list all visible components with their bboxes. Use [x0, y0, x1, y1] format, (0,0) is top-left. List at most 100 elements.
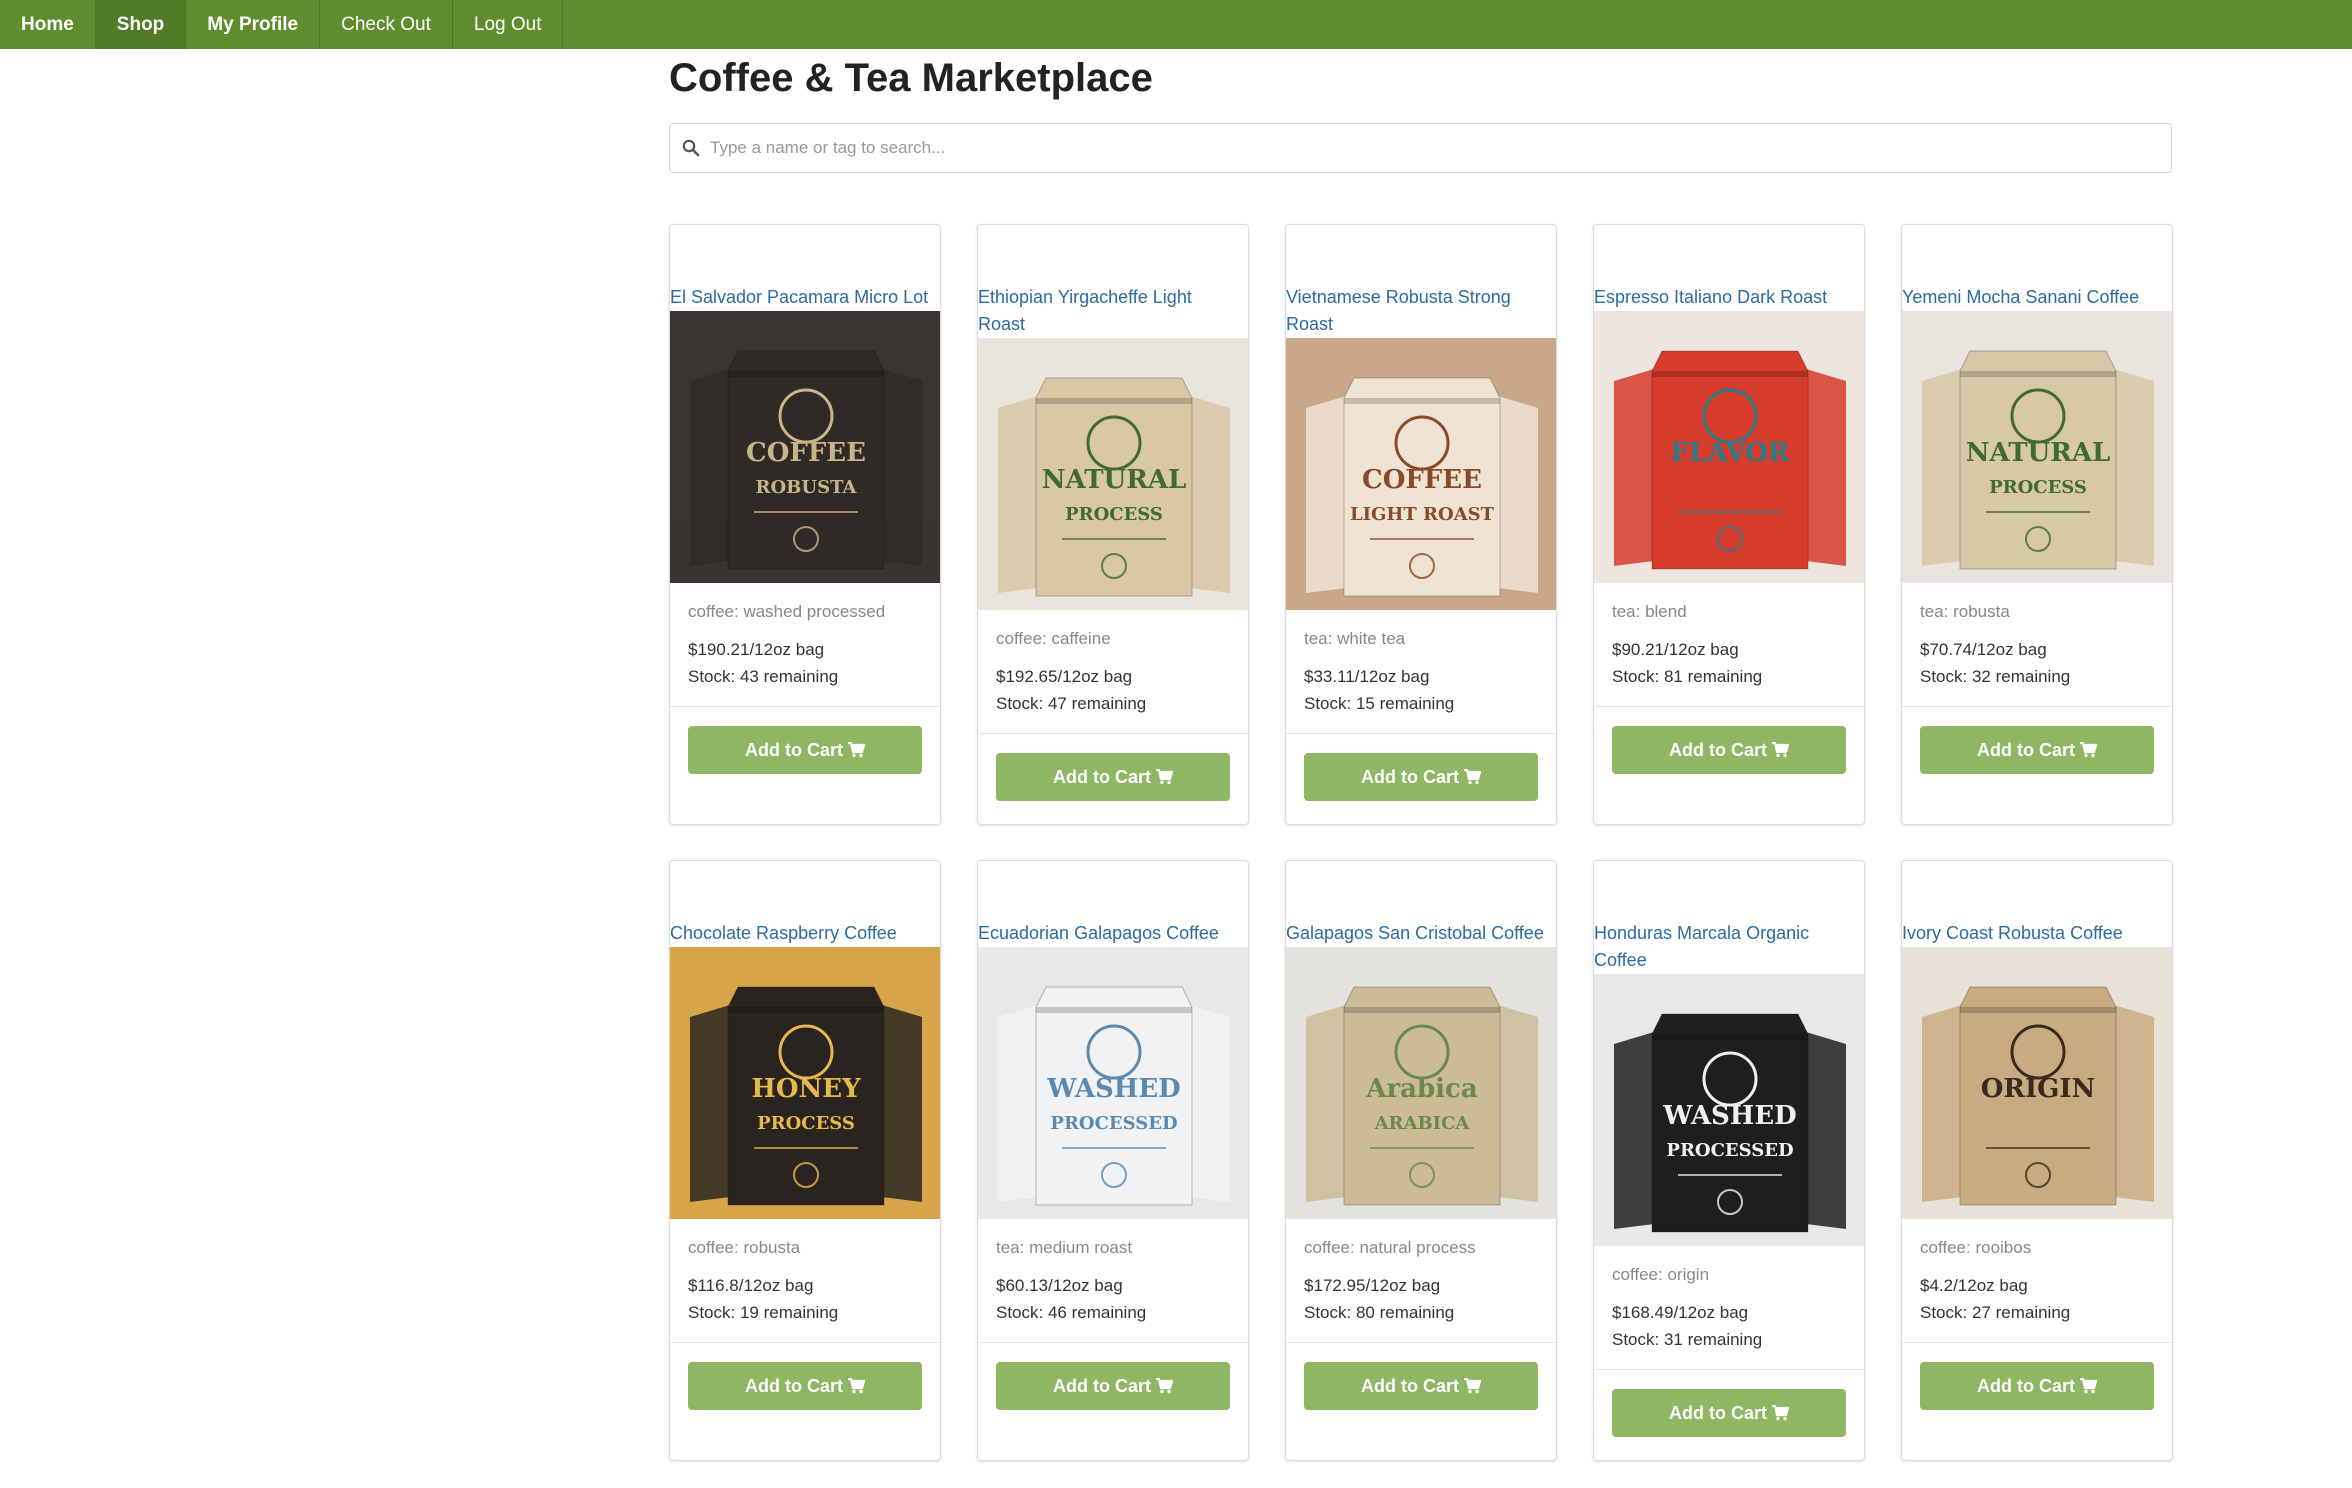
product-price: $90.21/12oz bag: [1612, 640, 1739, 659]
product-image: WASHED PROCESSED: [1594, 974, 1864, 1246]
svg-text:COFFEE: COFFEE: [1362, 465, 1482, 495]
product-image-frame[interactable]: NATURAL PROCESS: [1902, 311, 2172, 583]
add-to-cart-label: Add to Cart: [745, 1375, 843, 1396]
product-details: tea: white tea $33.11/12oz bag Stock: 15…: [1286, 610, 1556, 717]
product-card: Chocolate Raspberry Coffee HONEY PROCESS…: [669, 860, 941, 1461]
add-to-cart-label: Add to Cart: [1977, 1375, 2075, 1396]
add-to-cart-button[interactable]: Add to Cart: [996, 1362, 1230, 1410]
add-to-cart-button[interactable]: Add to Cart: [996, 753, 1230, 801]
product-tag: coffee: robusta: [688, 1238, 801, 1257]
product-details: tea: robusta $70.74/12oz bag Stock: 32 r…: [1902, 583, 2172, 690]
add-to-cart-label: Add to Cart: [745, 739, 843, 760]
product-tag: coffee: rooibos: [1920, 1238, 2032, 1257]
add-to-cart-label: Add to Cart: [1053, 1375, 1151, 1396]
product-title-link[interactable]: Yemeni Mocha Sanani Coffee: [1902, 284, 2172, 311]
product-title-link[interactable]: Honduras Marcala Organic Coffee: [1594, 920, 1864, 974]
product-title-link[interactable]: Ecuadorian Galapagos Coffee: [978, 920, 1248, 947]
card-top-spacer: [670, 225, 940, 284]
product-card: Honduras Marcala Organic Coffee WASHED P…: [1593, 860, 1865, 1461]
product-title-link[interactable]: Galapagos San Cristobal Coffee: [1286, 920, 1556, 947]
product-details: coffee: caffeine $192.65/12oz bag Stock:…: [978, 610, 1248, 717]
product-stock: Stock: 46 remaining: [996, 1303, 1147, 1322]
product-tag: tea: blend: [1612, 602, 1687, 621]
product-tag: coffee: washed processed: [688, 602, 886, 621]
product-image-frame[interactable]: WASHED PROCESSED: [1594, 974, 1864, 1246]
add-to-cart-button[interactable]: Add to Cart: [1920, 726, 2154, 774]
product-card: Vietnamese Robusta Strong Roast COFFEE L…: [1285, 224, 1557, 825]
svg-text:Arabica: Arabica: [1365, 1074, 1478, 1104]
add-to-cart-button[interactable]: Add to Cart: [1612, 1389, 1846, 1437]
product-details: coffee: origin $168.49/12oz bag Stock: 3…: [1594, 1246, 1864, 1353]
product-image-frame[interactable]: HONEY PROCESS: [670, 947, 940, 1219]
add-to-cart-button[interactable]: Add to Cart: [688, 726, 922, 774]
product-image-frame[interactable]: NATURAL PROCESS: [978, 338, 1248, 610]
svg-text:ROBUSTA: ROBUSTA: [756, 477, 858, 498]
product-price: $60.13/12oz bag: [996, 1276, 1123, 1295]
product-image: HONEY PROCESS: [670, 947, 940, 1219]
product-title-link[interactable]: Vietnamese Robusta Strong Roast: [1286, 284, 1556, 338]
add-to-cart-button[interactable]: Add to Cart: [1304, 1362, 1538, 1410]
nav-home[interactable]: Home: [0, 0, 96, 49]
product-image-frame[interactable]: Arabica ARABICA: [1286, 947, 1556, 1219]
nav-shop[interactable]: Shop: [95, 0, 187, 49]
product-stock: Stock: 31 remaining: [1612, 1330, 1763, 1349]
add-to-cart-button[interactable]: Add to Cart: [1304, 753, 1538, 801]
cart-icon: [1156, 1378, 1173, 1394]
add-to-cart-button[interactable]: Add to Cart: [1612, 726, 1846, 774]
cart-icon: [1772, 742, 1789, 758]
card-actions: Add to Cart: [978, 1343, 1248, 1410]
card-actions: Add to Cart: [670, 707, 940, 774]
product-image-frame[interactable]: WASHED PROCESSED: [978, 947, 1248, 1219]
product-grid: El Salvador Pacamara Micro Lot COFFEE RO…: [669, 224, 2175, 1461]
add-to-cart-label: Add to Cart: [1669, 739, 1767, 760]
product-image-frame[interactable]: COFFEE LIGHT ROAST: [1286, 338, 1556, 610]
top-navbar: Home Shop My Profile Check Out Log Out: [0, 0, 2352, 49]
product-image: NATURAL PROCESS: [978, 338, 1248, 610]
product-image-frame[interactable]: FLAVOR: [1594, 311, 1864, 583]
svg-text:PROCESSED: PROCESSED: [1666, 1140, 1793, 1161]
product-title-link[interactable]: Chocolate Raspberry Coffee: [670, 920, 940, 947]
product-price: $192.65/12oz bag: [996, 667, 1133, 686]
product-title-link[interactable]: Espresso Italiano Dark Roast: [1594, 284, 1864, 311]
product-details: tea: blend $90.21/12oz bag Stock: 81 rem…: [1594, 583, 1864, 690]
product-card: Ivory Coast Robusta Coffee ORIGIN coffee…: [1901, 860, 2173, 1461]
product-details: coffee: rooibos $4.2/12oz bag Stock: 27 …: [1902, 1219, 2172, 1326]
product-title-link[interactable]: Ivory Coast Robusta Coffee: [1902, 920, 2172, 947]
product-stock: Stock: 27 remaining: [1920, 1303, 2071, 1322]
product-card: Yemeni Mocha Sanani Coffee NATURAL PROCE…: [1901, 224, 2173, 825]
nav-check-out[interactable]: Check Out: [320, 0, 453, 49]
product-stock: Stock: 80 remaining: [1304, 1303, 1455, 1322]
search-bar[interactable]: [669, 123, 2172, 173]
nav-log-out[interactable]: Log Out: [453, 0, 564, 49]
product-title-link[interactable]: El Salvador Pacamara Micro Lot: [670, 284, 940, 311]
add-to-cart-button[interactable]: Add to Cart: [1920, 1362, 2154, 1410]
svg-text:WASHED: WASHED: [1662, 1101, 1796, 1131]
product-image-frame[interactable]: ORIGIN: [1902, 947, 2172, 1219]
product-details: coffee: robusta $116.8/12oz bag Stock: 1…: [670, 1219, 940, 1326]
add-to-cart-button[interactable]: Add to Cart: [688, 1362, 922, 1410]
product-price: $70.74/12oz bag: [1920, 640, 2047, 659]
nav-my-profile[interactable]: My Profile: [186, 0, 321, 49]
card-actions: Add to Cart: [670, 1343, 940, 1410]
svg-text:ORIGIN: ORIGIN: [1981, 1074, 2096, 1104]
product-tag: coffee: origin: [1612, 1265, 1710, 1284]
card-top-spacer: [1902, 861, 2172, 920]
product-price: $33.11/12oz bag: [1304, 667, 1430, 686]
product-price: $190.21/12oz bag: [688, 640, 825, 659]
svg-text:PROCESSED: PROCESSED: [1050, 1113, 1177, 1134]
card-actions: Add to Cart: [1902, 707, 2172, 774]
product-title-link[interactable]: Ethiopian Yirgacheffe Light Roast: [978, 284, 1248, 338]
svg-text:PROCESS: PROCESS: [757, 1113, 855, 1134]
product-card: Espresso Italiano Dark Roast FLAVOR tea:…: [1593, 224, 1865, 825]
search-input[interactable]: [710, 128, 2171, 168]
product-price: $172.95/12oz bag: [1304, 1276, 1441, 1295]
product-card: Ecuadorian Galapagos Coffee WASHED PROCE…: [977, 860, 1249, 1461]
card-top-spacer: [1902, 225, 2172, 284]
add-to-cart-label: Add to Cart: [1361, 766, 1459, 787]
card-top-spacer: [978, 861, 1248, 920]
cart-icon: [848, 742, 865, 758]
cart-icon: [2080, 1378, 2097, 1394]
card-actions: Add to Cart: [1902, 1343, 2172, 1410]
product-image-frame[interactable]: COFFEE ROBUSTA: [670, 311, 940, 583]
product-image: COFFEE ROBUSTA: [670, 311, 940, 583]
